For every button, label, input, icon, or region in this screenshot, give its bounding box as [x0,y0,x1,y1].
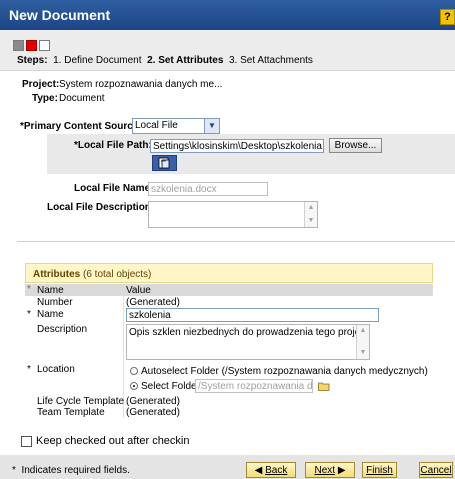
local-file-name-label: Local File Name: [74,183,154,194]
required-column-marker: * [27,284,31,295]
step-2-indicator-icon [26,40,37,51]
attributes-count: (6 total objects) [83,269,152,280]
column-value: Value [126,285,151,296]
select-folder-input: /System rozpoznawania danych [195,379,313,393]
attr-description-scrollbar[interactable]: ▲ ▼ [356,325,369,359]
browse-button[interactable]: Browse... [329,138,382,153]
scroll-up-icon[interactable]: ▲ [306,203,316,213]
required-marker: * [27,364,31,375]
scroll-up-icon[interactable]: ▲ [358,326,368,336]
description-scrollbar[interactable]: ▲ ▼ [304,202,317,227]
finish-button-label: Finish [366,465,393,476]
step-3-indicator-icon [39,40,50,51]
window-title: New Document [9,7,111,23]
step-2-label: Set Attributes [158,55,224,66]
finish-button[interactable]: Finish [362,462,397,478]
step-2-number: 2. [147,55,156,66]
primary-content-source-select[interactable]: Local File ▼ [132,118,220,134]
primary-content-source-value: Local File [135,120,178,131]
step-1-indicator-icon [13,40,24,51]
attributes-table-body: Number (Generated) * Name szkolenia Desc… [25,296,433,418]
local-file-path-label: *Local File Path: [74,140,152,151]
local-file-path-input[interactable]: Settings\klosinskim\Desktop\szkolenia.do… [150,139,324,153]
section-divider [17,241,455,242]
primary-content-source-label: *Primary Content Source: [20,121,142,132]
select-folder-radio[interactable] [130,382,138,390]
next-button-label: Next [314,465,336,476]
step-3-label[interactable]: Set Attachments [240,55,313,66]
type-label: Type: [32,93,58,104]
attr-location-name: Location [37,364,75,375]
attr-team-name: Team Template [37,407,105,418]
scroll-down-icon[interactable]: ▼ [358,348,368,358]
attr-name-input[interactable]: szkolenia [126,308,379,322]
help-icon[interactable]: ? [440,9,455,25]
attr-team-value: (Generated) [126,407,180,418]
type-value: Document [59,93,105,104]
cancel-button-label: Cancel [420,465,452,476]
back-button-label: Back [265,465,288,476]
local-file-description-label: Local File Description: [47,202,155,213]
cancel-button[interactable]: Cancel [419,462,453,478]
keep-checked-out-checkbox[interactable] [21,436,32,447]
project-label: Project: [22,79,60,90]
attr-description-name: Description [37,324,88,335]
chevron-down-icon[interactable]: ▼ [204,119,219,133]
attr-description-input[interactable]: Opis szklen niezbednych do prowadzenia t… [126,324,370,360]
select-folder-label[interactable]: Select Folder [141,381,200,392]
next-arrow-icon: ▶ [337,465,346,476]
paste-file-icon[interactable] [152,155,177,171]
required-note-text: Indicates required fields. [21,465,130,476]
autoselect-folder-label[interactable]: Autoselect Folder (/System rozpoznawania… [141,366,428,377]
attributes-column-header: * Name Value [25,284,433,296]
required-note: * Indicates required fields. [12,465,130,476]
next-button[interactable]: Next ▶ [305,462,355,478]
local-file-name-input: szkolenia.docx [148,182,268,196]
step-1-label[interactable]: Define Document [64,55,141,66]
attr-name-name: Name [37,309,64,320]
project-value: System rozpoznawania danych me... [59,79,223,90]
attr-lifecycle-name: Life Cycle Template [37,396,125,407]
attr-number-name: Number [37,297,73,308]
steps-list: Steps: 1. Define Document 2. Set Attribu… [17,55,313,66]
attributes-title-text: Attributes [33,269,81,280]
back-button[interactable]: ◀ Back [246,462,296,478]
step-1-number: 1. [53,55,62,66]
step-3-number: 3. [228,55,238,66]
folder-icon[interactable] [318,381,330,391]
attributes-title: Attributes (6 total objects) [33,269,151,280]
required-note-marker: * [12,465,16,476]
steps-divider [0,70,455,71]
keep-checked-out-label[interactable]: Keep checked out after checkin [36,435,189,447]
scroll-down-icon[interactable]: ▼ [306,216,316,226]
attr-description-value: Opis szklen niezbednych do prowadzenia t… [129,327,370,338]
autoselect-folder-radio[interactable] [130,367,138,375]
column-name: Name [37,285,64,296]
attr-lifecycle-value: (Generated) [126,396,180,407]
local-file-description-input[interactable]: ▲ ▼ [148,201,318,228]
steps-label: Steps: [17,55,48,66]
attr-number-value: (Generated) [126,297,180,308]
required-marker: * [27,309,31,320]
back-arrow-icon: ◀ [254,465,263,476]
